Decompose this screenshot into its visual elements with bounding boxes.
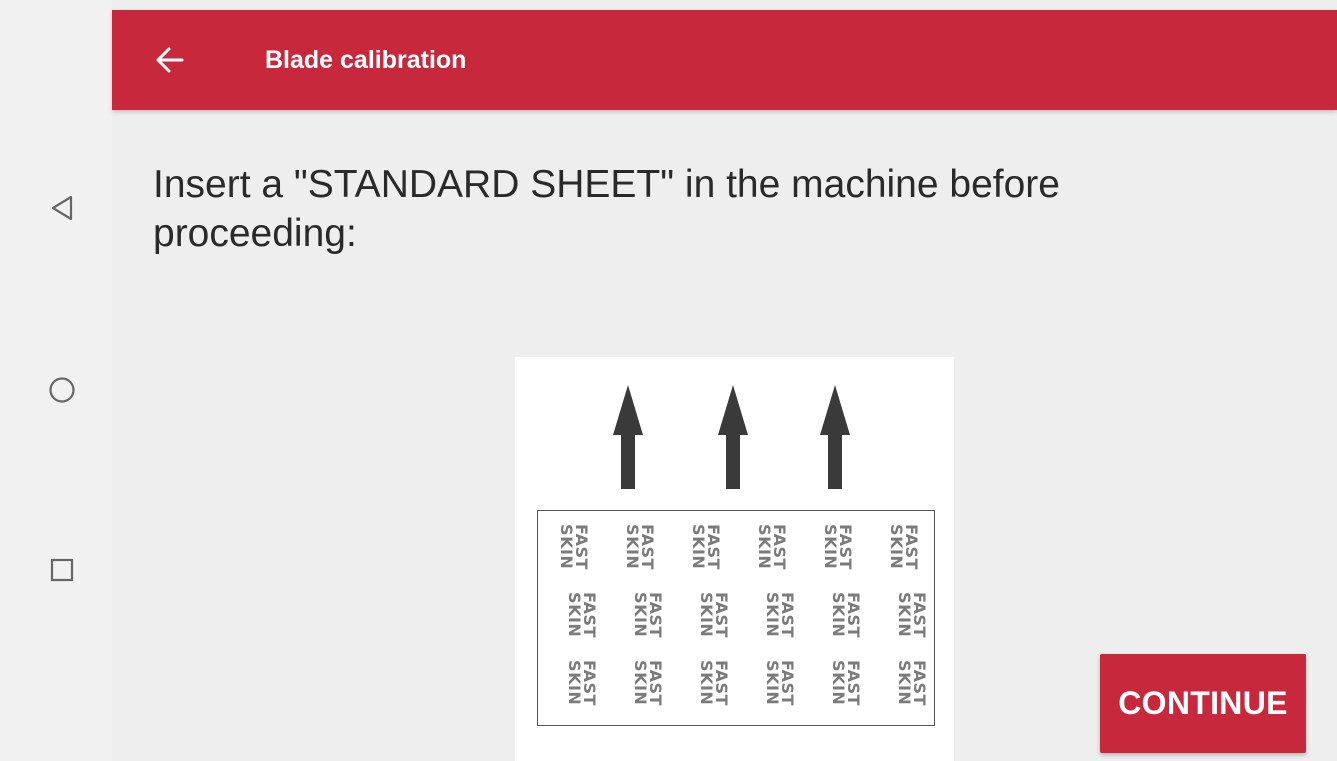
sheet-logo: FAST SKIN (684, 585, 744, 645)
insert-direction-arrows (613, 385, 850, 489)
logo-line1: FAST (645, 660, 665, 706)
sheet-logo: FAST SKIN (750, 653, 810, 713)
system-navigation-bar (0, 0, 112, 761)
home-circle-icon (49, 377, 75, 403)
logo-line1: FAST (835, 524, 855, 570)
sheet-logo: FAST SKIN (750, 585, 810, 645)
instruction-text: Insert a "STANDARD SHEET" in the machine… (153, 163, 1060, 255)
sheet-logo: FAST SKIN (816, 585, 876, 645)
sheet-logo: FAST SKIN (676, 517, 736, 577)
sheet-logo: FAST SKIN (684, 653, 744, 713)
logo-line2: SKIN (630, 592, 650, 638)
sheet-logo: FAST SKIN (610, 517, 670, 577)
sheet-logo: FAST SKIN (552, 653, 612, 713)
sheet-logo: FAST SKIN (618, 585, 678, 645)
logo-line2: SKIN (820, 524, 840, 570)
logo-line2: SKIN (894, 660, 914, 706)
arrow-up-icon (820, 385, 850, 489)
sheet-logo: FAST SKIN (882, 653, 934, 713)
sheet-logo: FAST SKIN (742, 517, 802, 577)
logo-line1: FAST (909, 592, 929, 638)
logo-line2: SKIN (828, 592, 848, 638)
logo-line2: SKIN (754, 524, 774, 570)
recents-square-icon (50, 558, 74, 582)
system-back-button[interactable] (40, 186, 84, 230)
logo-line1: FAST (571, 524, 591, 570)
logo-grid: FAST SKIN FAST SKIN FAST SKIN FAST SKIN FAST SKIN… (548, 517, 929, 721)
logo-line2: SKIN (762, 592, 782, 638)
sheet-logo: FAST SKIN (552, 585, 612, 645)
sheet-logo: FAST SKIN (882, 585, 934, 645)
logo-line2: SKIN (696, 592, 716, 638)
logo-line2: SKIN (894, 592, 914, 638)
logo-line2: SKIN (622, 524, 642, 570)
system-home-button[interactable] (40, 368, 84, 412)
logo-line2: SKIN (886, 524, 906, 570)
screen: Blade calibration Insert a "STANDARD SHE… (0, 0, 1337, 761)
logo-line1: FAST (909, 660, 929, 706)
logo-line1: FAST (843, 660, 863, 706)
logo-line1: FAST (703, 524, 723, 570)
logo-line2: SKIN (564, 592, 584, 638)
logo-line1: FAST (901, 524, 921, 570)
logo-line2: SKIN (564, 660, 584, 706)
sheet-logo: FAST SKIN (816, 653, 876, 713)
logo-line2: SKIN (688, 524, 708, 570)
logo-line1: FAST (769, 524, 789, 570)
sheet-logo: FAST SKIN (808, 517, 868, 577)
logo-line1: FAST (637, 524, 657, 570)
logo-line2: SKIN (828, 660, 848, 706)
logo-line1: FAST (579, 592, 599, 638)
arrow-up-icon (718, 385, 748, 489)
back-triangle-icon (51, 195, 73, 221)
page-title: Blade calibration (265, 46, 467, 74)
logo-line1: FAST (777, 660, 797, 706)
arrow-up-icon (613, 385, 643, 489)
logo-line1: FAST (579, 660, 599, 706)
logo-line1: FAST (843, 592, 863, 638)
app-bar: Blade calibration (112, 10, 1337, 110)
arrow-left-icon (156, 47, 184, 73)
logo-line1: FAST (711, 592, 731, 638)
logo-line1: FAST (777, 592, 797, 638)
sheet-logo: FAST SKIN (544, 517, 604, 577)
logo-line2: SKIN (556, 524, 576, 570)
logo-line2: SKIN (696, 660, 716, 706)
standard-sheet: FAST SKIN FAST SKIN FAST SKIN FAST SKIN FAST SKIN… (537, 510, 935, 726)
system-recents-button[interactable] (40, 548, 84, 592)
logo-line2: SKIN (630, 660, 650, 706)
sheet-insertion-illustration: FAST SKIN FAST SKIN FAST SKIN FAST SKIN FAST SKIN… (515, 357, 954, 761)
logo-line1: FAST (645, 592, 665, 638)
back-button[interactable] (148, 38, 192, 82)
logo-line2: SKIN (762, 660, 782, 706)
continue-button[interactable]: CONTINUE (1100, 654, 1306, 753)
logo-line1: FAST (711, 660, 731, 706)
sheet-logo: FAST SKIN (874, 517, 934, 577)
sheet-logo: FAST SKIN (618, 653, 678, 713)
